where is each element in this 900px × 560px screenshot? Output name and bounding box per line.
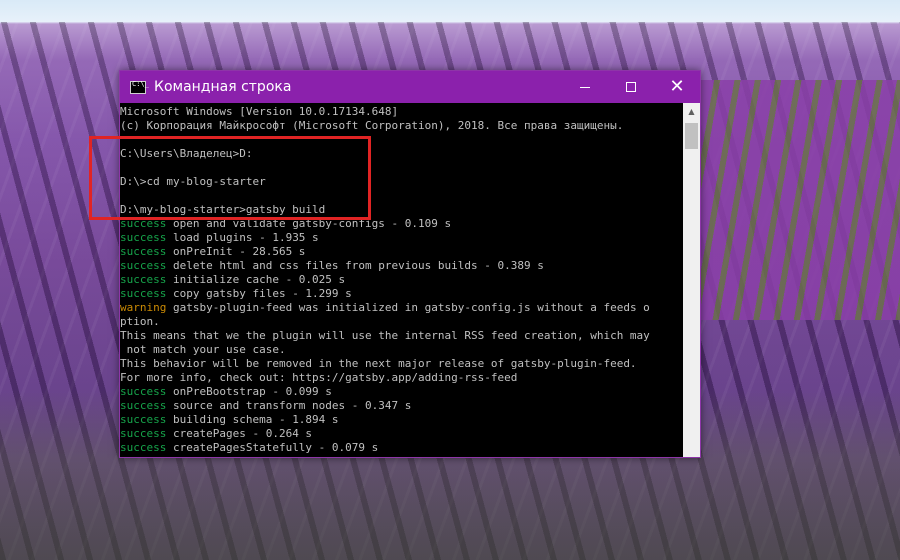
highlight-box xyxy=(89,136,371,220)
console-line: success load plugins - 1.935 s xyxy=(120,231,683,245)
console-line: success initialize cache - 0.025 s xyxy=(120,273,683,287)
console-line: warning gatsby-plugin-feed was initializ… xyxy=(120,301,683,315)
status-label-success: success xyxy=(120,399,167,412)
console-line: success delete html and css files from p… xyxy=(120,259,683,273)
console-line-text: This means that we the plugin will use t… xyxy=(120,329,650,342)
status-label-success: success xyxy=(120,273,167,286)
console-line-text: initialize cache - 0.025 s xyxy=(166,273,346,286)
status-label-success: success xyxy=(120,413,167,426)
console-line: success createPagesStatefully - 0.079 s xyxy=(120,441,683,455)
console-line-text: source and transform nodes - 0.347 s xyxy=(166,399,412,412)
console-line-text: Microsoft Windows [Version 10.0.17134.64… xyxy=(120,105,399,118)
console-line: success copy gatsby files - 1.299 s xyxy=(120,287,683,301)
console-line: (c) Корпорация Майкрософт (Microsoft Cor… xyxy=(120,119,683,133)
console-line-text: gatsby-plugin-feed was initialized in ga… xyxy=(166,301,650,314)
maximize-button[interactable] xyxy=(608,71,654,103)
console-line-text: createPagesStatefully - 0.079 s xyxy=(166,441,379,454)
status-label-success: success xyxy=(120,259,167,272)
console-line-text: (c) Корпорация Майкрософт (Microsoft Cor… xyxy=(120,119,624,132)
cmd-app-icon[interactable] xyxy=(130,80,149,94)
console-line: success onPreInit - 28.565 s xyxy=(120,245,683,259)
status-label-warning: warning xyxy=(120,301,167,314)
lavender-field-right xyxy=(700,80,900,320)
console-line-text: not match your use case. xyxy=(120,343,286,356)
status-label-success: success xyxy=(120,287,167,300)
console-line-text: delete html and css files from previous … xyxy=(166,259,544,272)
scroll-up-arrow-icon[interactable]: ▲ xyxy=(683,103,700,120)
scroll-thumb[interactable] xyxy=(685,123,698,149)
console-line-text: This behavior will be removed in the nex… xyxy=(120,357,637,370)
status-label-success: success xyxy=(120,231,167,244)
console-line: not match your use case. xyxy=(120,343,683,357)
command-prompt-window[interactable]: Командная строка ✕ Microsoft Windows [Ve… xyxy=(119,70,701,458)
console-line: This behavior will be removed in the nex… xyxy=(120,357,683,371)
status-label-success: success xyxy=(120,441,167,454)
minimize-button[interactable] xyxy=(562,71,608,103)
status-label-success: success xyxy=(120,427,167,440)
maximize-icon xyxy=(626,82,636,92)
console-line: success source and transform nodes - 0.3… xyxy=(120,399,683,413)
console-line-text: For more info, check out: https://gatsby… xyxy=(120,371,518,384)
window-titlebar[interactable]: Командная строка ✕ xyxy=(120,71,700,103)
console-line-text: ption. xyxy=(120,315,160,328)
console-line-text: copy gatsby files - 1.299 s xyxy=(166,287,352,300)
window-title: Командная строка xyxy=(154,79,292,95)
console-line-text: onPreBootstrap - 0.099 s xyxy=(166,385,332,398)
console-line: This means that we the plugin will use t… xyxy=(120,329,683,343)
close-button[interactable]: ✕ xyxy=(654,71,700,103)
console-line-text: load plugins - 1.935 s xyxy=(166,231,319,244)
close-icon: ✕ xyxy=(669,76,685,97)
console-line-text: createPages - 0.264 s xyxy=(166,427,313,440)
status-label-success: success xyxy=(120,385,167,398)
minimize-icon xyxy=(580,86,590,88)
console-line: success onPreBootstrap - 0.099 s xyxy=(120,385,683,399)
console-line-text: onPreInit - 28.565 s xyxy=(166,245,306,258)
vertical-scrollbar[interactable]: ▲ xyxy=(683,103,700,457)
status-label-success: success xyxy=(120,245,167,258)
console-line: For more info, check out: https://gatsby… xyxy=(120,371,683,385)
console-line: Microsoft Windows [Version 10.0.17134.64… xyxy=(120,105,683,119)
console-line: ption. xyxy=(120,315,683,329)
console-line-text: building schema - 1.894 s xyxy=(166,413,339,426)
console-line: success building schema - 1.894 s xyxy=(120,413,683,427)
console-line: success createPages - 0.264 s xyxy=(120,427,683,441)
